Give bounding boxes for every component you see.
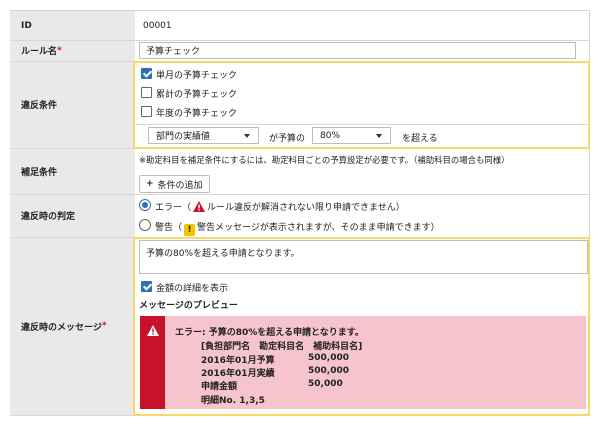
preview-header: [負担部門名 勘定科目名 補助科目名]: [201, 342, 363, 352]
judgement-label: 違反時の判定: [10, 194, 135, 237]
row-divider: [10, 194, 590, 195]
chevron-down-icon: [244, 134, 250, 138]
preview-detail: 明細No. 1,3,5: [201, 396, 265, 406]
check-yearly[interactable]: [141, 106, 152, 117]
radio-error-label: エラー（ ルール違反が解消されない限り申請できません）: [155, 201, 405, 213]
preview-line-amount: 500,000: [308, 353, 349, 363]
show-detail-checkbox[interactable]: [141, 281, 152, 292]
warning-exclamation-icon: !: [184, 224, 196, 236]
supplement-label: 補足条件: [10, 148, 135, 194]
radio-warning-label: 警告（! 警告メッセージが表示されますが、そのまま申請できます）: [155, 223, 440, 236]
warning-triangle-icon: [193, 201, 206, 212]
radio-warning[interactable]: [139, 219, 151, 231]
radio-error[interactable]: [139, 199, 151, 211]
preview-title: エラー: 予算の80%を超える申請となります。: [175, 328, 364, 338]
id-label: ID: [10, 11, 135, 40]
check-yearly-label: 年度の予算チェック: [156, 109, 238, 119]
message-textarea[interactable]: 予算の80%を超える申請となります。: [139, 240, 588, 274]
rule-name-label: ルール名 *: [10, 40, 135, 61]
exceeds-text: を超える: [402, 134, 438, 144]
divider: [136, 124, 587, 125]
percent-select[interactable]: 80%: [312, 127, 391, 144]
preview-heading: メッセージのプレビュー: [139, 301, 238, 311]
preview-line-label: 申請金額: [201, 382, 238, 392]
preview-line-amount: 50,000: [308, 379, 343, 389]
add-condition-button[interactable]: + 条件の追加: [139, 175, 210, 193]
budget-ratio-text: が予算の: [269, 134, 306, 144]
check-monthly[interactable]: [141, 68, 152, 79]
preview-line-amount: 500,000: [308, 366, 349, 376]
show-detail-label: 金額の詳細を表示: [156, 284, 229, 294]
id-value: 00001: [143, 21, 172, 31]
supplement-note: ※勘定科目を補足条件にするには、勘定科目ごとの予算設定が必要です。（補助科目の場…: [139, 155, 510, 165]
message-label: 違反時のメッセージ *: [10, 237, 135, 415]
base-select[interactable]: 部門の実績値: [148, 127, 259, 144]
plus-icon: +: [146, 179, 154, 189]
check-cumulative[interactable]: [141, 87, 152, 98]
rule-name-input[interactable]: 予算チェック: [139, 42, 576, 59]
preview-line-label: 2016年01月実績: [201, 369, 275, 379]
row-divider: [10, 40, 590, 41]
chevron-down-icon: [376, 134, 382, 138]
preview-line-label: 2016年01月予算: [201, 356, 275, 366]
warning-triangle-icon: [147, 325, 159, 336]
message-preview: エラー: 予算の80%を超える申請となります。 [負担部門名 勘定科目名 補助科…: [140, 316, 586, 409]
violation-label: 違反条件: [10, 61, 135, 148]
check-cumulative-label: 累計の予算チェック: [156, 90, 238, 100]
check-monthly-label: 単月の予算チェック: [156, 71, 238, 81]
